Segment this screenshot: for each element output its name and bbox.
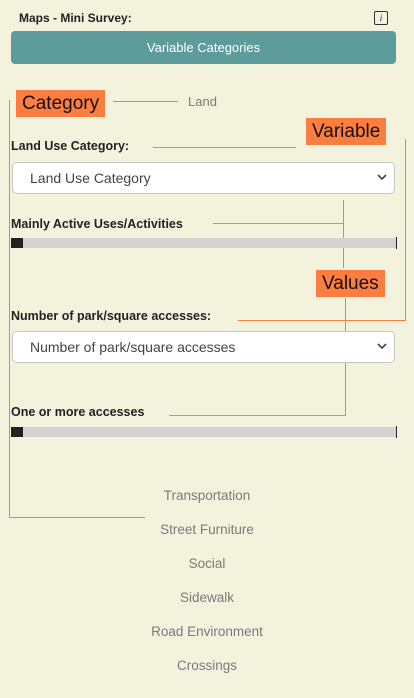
result-label: Mainly Active Uses/Activities: [11, 217, 183, 231]
result-label: One or more accesses: [11, 405, 145, 419]
category-callout: Category: [16, 90, 106, 117]
result-bar: [11, 426, 397, 438]
variable-bracket-line: [405, 139, 406, 321]
category-item-road-environment[interactable]: Road Environment: [0, 624, 414, 639]
variable-callout: Variable: [306, 118, 387, 145]
values-pointer-line: [213, 223, 344, 224]
variable-pointer-line-2: [238, 320, 406, 321]
result-bar-fill: [11, 427, 23, 437]
category-item-social[interactable]: Social: [0, 556, 414, 571]
result-bar-fill: [11, 238, 23, 248]
result-bar: [11, 237, 397, 249]
chevron-down-icon: [377, 174, 387, 181]
variable-pointer-line: [153, 147, 296, 148]
info-icon[interactable]: i: [374, 11, 388, 25]
question-label: Land Use Category:: [11, 139, 130, 153]
select-value: Land Use Category: [30, 170, 151, 186]
category-pointer-line: [9, 517, 145, 518]
category-item-crossings[interactable]: Crossings: [0, 658, 414, 673]
values-connector-line: [343, 200, 344, 268]
current-category: Land: [188, 94, 217, 109]
values-callout: Values: [316, 270, 385, 297]
category-item-street-furniture[interactable]: Street Furniture: [0, 522, 414, 537]
variable-categories-button[interactable]: Variable Categories: [11, 31, 396, 64]
survey-title: Maps - Mini Survey:: [19, 11, 132, 25]
category-item-sidewalk[interactable]: Sidewalk: [0, 590, 414, 605]
question-label: Number of park/square accesses:: [11, 309, 212, 323]
values-pointer-line-2: [169, 415, 346, 416]
land-use-select[interactable]: Land Use Category: [12, 162, 395, 194]
category-item-transportation[interactable]: Transportation: [0, 488, 414, 503]
select-value: Number of park/square accesses: [30, 339, 236, 355]
park-access-select[interactable]: Number of park/square accesses: [12, 331, 395, 363]
result-bar-end: [396, 426, 397, 438]
category-bracket-line: [9, 100, 10, 518]
chevron-down-icon: [377, 343, 387, 350]
result-bar-end: [396, 237, 397, 249]
category-land-line: [113, 101, 178, 102]
